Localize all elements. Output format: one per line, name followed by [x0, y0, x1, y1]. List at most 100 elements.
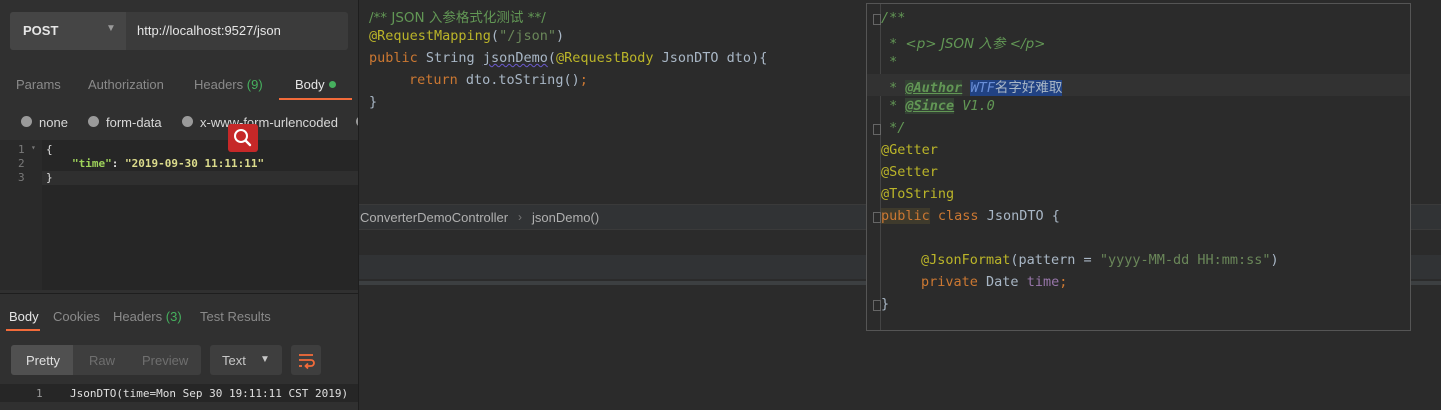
response-tab-headers-count: (3) — [165, 309, 182, 324]
doc-star: * — [881, 80, 906, 96]
response-body-view: 1 JsonDTO(time=Mon Sep 30 19:11:11 CST 2… — [0, 384, 358, 402]
json-format-pattern: "yyyy-MM-dd HH:mm:ss" — [1099, 252, 1271, 268]
doc-author-value[interactable]: WTF — [970, 80, 995, 96]
view-preview-button[interactable]: Preview — [142, 353, 188, 368]
method-name[interactable]: jsonDemo — [483, 50, 548, 66]
field-type: Date — [977, 274, 1027, 290]
comment-text: /** JSON 入参格式化测试 **/ — [369, 10, 546, 26]
json-line: "time": "2019-09-30 11:11:11" — [72, 157, 264, 170]
search-icon[interactable] — [228, 124, 258, 152]
tab-body-label: Body — [295, 77, 325, 92]
return-type: String — [417, 50, 483, 66]
class-declaration: public class JsonDTO { — [881, 208, 1060, 224]
doc-star: * — [881, 54, 898, 70]
class-close-brace: } — [881, 296, 890, 312]
public-keyword: public — [881, 208, 930, 224]
mapping-path: "/json" — [499, 28, 556, 44]
postman-panel: POST ▼ Params Authorization Headers (9) … — [0, 0, 359, 410]
code-line-close-brace: } — [369, 94, 378, 110]
doc-author-value-cn[interactable]: 名字好难取 — [994, 80, 1063, 96]
radio-form-data-label[interactable]: form-data — [106, 115, 162, 130]
tab-headers[interactable]: Headers (9) — [194, 77, 263, 92]
fold-marker-icon[interactable] — [873, 14, 881, 25]
doc-line-blank: * — [881, 54, 897, 70]
json-open-brace: { — [46, 143, 53, 156]
line-number: 3 — [18, 171, 25, 184]
radio-form-data[interactable] — [88, 116, 99, 127]
response-tab-headers[interactable]: Headers (3) — [113, 309, 182, 324]
url-input[interactable] — [137, 23, 347, 38]
modified-dot-icon — [328, 81, 336, 88]
tab-body[interactable]: Body — [295, 77, 336, 92]
code-line-comment: /** JSON 入参格式化测试 **/ — [369, 6, 546, 26]
response-tab-body[interactable]: Body — [9, 309, 39, 324]
caret-down-icon: ▼ — [106, 23, 116, 34]
doc-since-value: V1.0 — [954, 98, 995, 114]
code-line-return: return dto.toString(); — [409, 72, 588, 88]
format-select[interactable]: Text ▼ — [210, 345, 282, 375]
json-value: "2019-09-30 11:11:11" — [125, 157, 265, 170]
doc-p-text: <p> JSON 入参 </p> — [905, 36, 1045, 52]
json-key: "time" — [72, 157, 112, 170]
response-tab-headers-label: Headers — [113, 309, 163, 324]
class-keyword: class — [937, 208, 979, 224]
doc-open: /** — [881, 10, 905, 26]
param-rest: JsonDTO dto){ — [653, 50, 768, 66]
doc-line-since: * @Since V1.0 — [881, 98, 995, 114]
mapping-open-paren: ( — [490, 28, 500, 44]
url-bar: POST ▼ — [10, 12, 348, 50]
doc-since-tag: @Since — [905, 98, 955, 114]
view-mode-group: Pretty Raw Preview — [11, 345, 201, 375]
fold-marker-icon[interactable] — [873, 300, 881, 311]
response-tab-test-results[interactable]: Test Results — [200, 309, 271, 324]
breadcrumb-class[interactable]: ConverterDemoController — [360, 210, 508, 225]
json-format-open: (pattern = — [1010, 252, 1100, 268]
doc-close: */ — [881, 120, 905, 136]
json-colon: : — [111, 157, 125, 170]
radio-none[interactable] — [21, 116, 32, 127]
private-keyword: private — [921, 274, 978, 290]
tab-headers-label: Headers — [194, 77, 244, 92]
pane-divider[interactable] — [0, 293, 358, 294]
tostring-annotation: @ToString — [881, 186, 955, 202]
line-number: 2 — [18, 157, 25, 170]
doc-p-content: <p> JSON 入参 </p> — [905, 36, 1046, 52]
breadcrumb-separator-icon: › — [518, 210, 522, 224]
format-label: Text — [222, 353, 246, 368]
request-body-editor[interactable]: 1 ▾ 2 3 { "time": "2019-09-30 11:11:11" … — [0, 140, 358, 290]
radio-none-label[interactable]: none — [39, 115, 68, 130]
return-expression: dto.toString() — [457, 72, 580, 88]
return-keyword: return — [409, 72, 458, 88]
param-open-paren: ( — [547, 50, 556, 66]
comment-content: /** JSON 入参格式化测试 **/ — [369, 10, 546, 26]
breadcrumb-method[interactable]: jsonDemo() — [532, 210, 599, 225]
json-format-close: ) — [1270, 252, 1279, 268]
active-line-highlight — [42, 171, 358, 185]
code-line-signature: public String jsonDemo(@RequestBody Json… — [369, 50, 767, 66]
radio-urlencoded-label[interactable]: x-www-form-urlencoded — [200, 115, 338, 130]
fold-marker-icon[interactable] — [873, 124, 881, 135]
view-raw-button[interactable]: Raw — [89, 353, 115, 368]
method-label: POST — [23, 23, 59, 38]
semicolon: ; — [579, 72, 588, 88]
fold-marker-icon[interactable] — [873, 212, 881, 223]
tab-params[interactable]: Params — [16, 77, 61, 92]
method-select[interactable]: POST ▼ — [10, 12, 126, 50]
json-close-brace: } — [46, 171, 53, 184]
view-pretty-button[interactable]: Pretty — [26, 353, 60, 368]
tab-authorization[interactable]: Authorization — [88, 77, 164, 92]
response-tab-cookies[interactable]: Cookies — [53, 309, 100, 324]
active-response-tab-indicator — [6, 329, 40, 331]
class-name: JsonDTO { — [978, 208, 1060, 224]
wrap-lines-icon[interactable] — [291, 345, 321, 375]
line-number: 1 — [18, 143, 25, 156]
json-format-line: @JsonFormat(pattern = "yyyy-MM-dd HH:mm:… — [921, 252, 1279, 268]
fold-icon[interactable]: ▾ — [31, 143, 36, 152]
field-name: time — [1026, 274, 1060, 290]
field-declaration: private Date time; — [921, 274, 1067, 290]
doc-author-tag: @Author — [905, 80, 963, 96]
radio-urlencoded[interactable] — [182, 116, 193, 127]
caret-down-icon: ▼ — [260, 354, 270, 365]
tab-headers-count: (9) — [246, 77, 263, 92]
setter-annotation: @Setter — [881, 164, 938, 180]
